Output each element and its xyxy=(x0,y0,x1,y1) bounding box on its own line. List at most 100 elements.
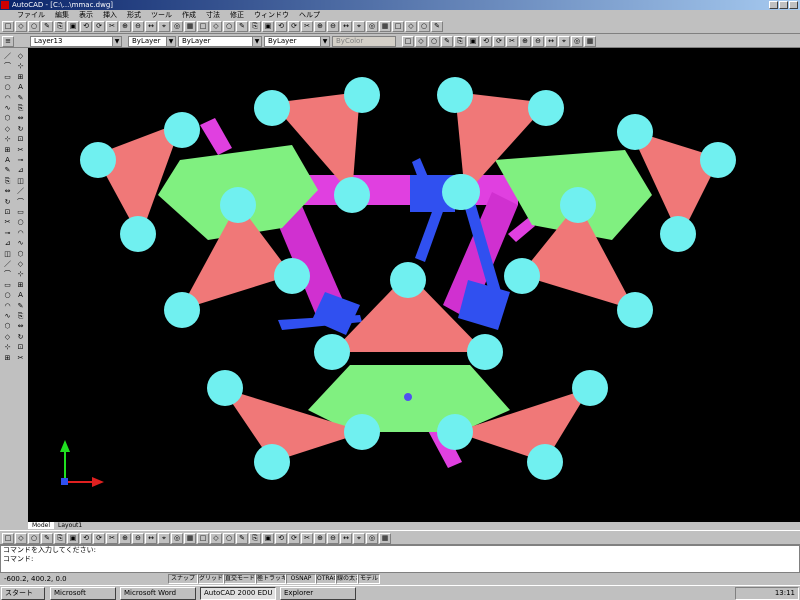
modify-tool-icon[interactable]: ⊡ xyxy=(15,135,26,144)
draw-tool-icon[interactable]: ∿ xyxy=(2,312,13,321)
taskbar-button[interactable]: Microsoft Word xyxy=(120,587,196,600)
view-tool-icon[interactable]: ◎ xyxy=(571,36,583,47)
draw-tool-icon[interactable]: ○ xyxy=(223,533,235,544)
draw-tool-icon[interactable]: ▣ xyxy=(262,533,274,544)
draw-tool-icon[interactable]: ○ xyxy=(2,83,13,92)
draw-tool-icon[interactable]: A xyxy=(2,156,13,165)
draw-tool-icon[interactable]: ◎ xyxy=(366,533,378,544)
status-toggle[interactable]: スナップ xyxy=(168,574,198,584)
modify-tool-icon[interactable]: ✂ xyxy=(15,354,26,363)
view-tool-icon[interactable]: ✂ xyxy=(506,36,518,47)
draw-tool-icon[interactable]: ⊡ xyxy=(2,208,13,217)
status-toggle[interactable]: OTRACK xyxy=(316,574,336,584)
draw-tool-icon[interactable]: □ xyxy=(197,533,209,544)
menu-item[interactable]: 修正 xyxy=(227,10,247,20)
draw-tool-icon[interactable]: ▣ xyxy=(67,533,79,544)
tool-icon[interactable]: ✂ xyxy=(301,21,313,32)
draw-tool-icon[interactable]: ◇ xyxy=(2,333,13,342)
modify-tool-icon[interactable]: ✂ xyxy=(15,146,26,155)
modify-tool-icon[interactable]: ⊿ xyxy=(15,166,26,175)
layer-manager-icon[interactable]: ≡ xyxy=(2,36,14,47)
draw-tool-icon[interactable]: ✎ xyxy=(236,533,248,544)
draw-tool-icon[interactable]: ⌒ xyxy=(2,62,13,71)
tool-icon[interactable]: □ xyxy=(392,21,404,32)
draw-tool-icon[interactable]: ↻ xyxy=(2,198,13,207)
draw-tool-icon[interactable]: ✂ xyxy=(301,533,313,544)
menu-item[interactable]: 編集 xyxy=(52,10,72,20)
draw-tool-icon[interactable]: ◇ xyxy=(15,533,27,544)
menu-item[interactable]: ファイル xyxy=(14,10,48,20)
maximize-button[interactable] xyxy=(779,1,788,9)
tool-icon[interactable]: ⟲ xyxy=(275,21,287,32)
draw-tool-icon[interactable]: ◎ xyxy=(171,533,183,544)
modify-tool-icon[interactable]: A xyxy=(15,83,26,92)
draw-tool-icon[interactable]: ⎘ xyxy=(249,533,261,544)
draw-tool-icon[interactable]: ∿ xyxy=(2,104,13,113)
tool-icon[interactable]: ○ xyxy=(28,21,40,32)
menu-item[interactable]: 形式 xyxy=(124,10,144,20)
tool-icon[interactable]: ⌖ xyxy=(158,21,170,32)
tool-icon[interactable]: ○ xyxy=(223,21,235,32)
tool-icon[interactable]: ⊕ xyxy=(314,21,326,32)
tool-icon[interactable]: ✂ xyxy=(106,21,118,32)
tool-icon[interactable]: ○ xyxy=(418,21,430,32)
view-tool-icon[interactable]: ⌖ xyxy=(558,36,570,47)
menu-item[interactable]: ツール xyxy=(148,10,175,20)
tool-icon[interactable]: □ xyxy=(197,21,209,32)
modify-tool-icon[interactable]: ◇ xyxy=(15,52,26,61)
draw-tool-icon[interactable]: ◫ xyxy=(2,250,13,259)
linetype-dropdown[interactable]: ByLayer ▼ xyxy=(178,36,262,47)
draw-tool-icon[interactable]: ▭ xyxy=(2,281,13,290)
modify-tool-icon[interactable]: ⊞ xyxy=(15,281,26,290)
tool-icon[interactable]: ⟳ xyxy=(288,21,300,32)
view-tool-icon[interactable]: ⟳ xyxy=(493,36,505,47)
modify-tool-icon[interactable]: ⎘ xyxy=(15,104,26,113)
modify-tool-icon[interactable]: ⌒ xyxy=(15,198,26,207)
tool-icon[interactable]: ⎘ xyxy=(54,21,66,32)
minimize-button[interactable] xyxy=(769,1,778,9)
modify-tool-icon[interactable]: ⊹ xyxy=(15,62,26,71)
menu-item[interactable]: ヘルプ xyxy=(296,10,323,20)
menu-item[interactable]: 挿入 xyxy=(100,10,120,20)
status-toggle[interactable]: モデル xyxy=(358,574,380,584)
draw-tool-icon[interactable]: ⇔ xyxy=(2,187,13,196)
view-tool-icon[interactable]: ○ xyxy=(428,36,440,47)
tool-icon[interactable]: ◎ xyxy=(366,21,378,32)
tool-icon[interactable]: ▦ xyxy=(379,21,391,32)
draw-tool-icon[interactable]: ⎘ xyxy=(2,177,13,186)
draw-tool-icon[interactable]: ◠ xyxy=(2,302,13,311)
status-toggle[interactable]: グリッド xyxy=(198,574,224,584)
tool-icon[interactable]: ↔ xyxy=(340,21,352,32)
view-tool-icon[interactable]: ⟲ xyxy=(480,36,492,47)
menu-item[interactable]: 表示 xyxy=(76,10,96,20)
draw-tool-icon[interactable]: ◇ xyxy=(2,125,13,134)
tab-model[interactable]: Model xyxy=(28,522,55,529)
taskbar-button[interactable]: Explorer xyxy=(280,587,356,600)
draw-tool-icon[interactable]: ○ xyxy=(2,291,13,300)
draw-tool-icon[interactable]: ⊕ xyxy=(314,533,326,544)
view-tool-icon[interactable]: ✎ xyxy=(441,36,453,47)
draw-tool-icon[interactable]: ⎘ xyxy=(54,533,66,544)
modify-tool-icon[interactable]: ⇔ xyxy=(15,322,26,331)
menu-item[interactable]: 作成 xyxy=(179,10,199,20)
command-window[interactable]: コマンドを入力してください: コマンド: xyxy=(0,545,800,573)
view-tool-icon[interactable]: ↔ xyxy=(545,36,557,47)
view-tool-icon[interactable]: ▣ xyxy=(467,36,479,47)
draw-tool-icon[interactable]: □ xyxy=(2,533,14,544)
draw-tool-icon[interactable]: ⟲ xyxy=(80,533,92,544)
draw-tool-icon[interactable]: ↔ xyxy=(145,533,157,544)
status-toggle[interactable]: 直交モード xyxy=(224,574,256,584)
tool-icon[interactable]: ⎘ xyxy=(249,21,261,32)
color-dropdown[interactable]: ByLayer ▼ xyxy=(128,36,176,47)
tool-icon[interactable]: ◇ xyxy=(15,21,27,32)
draw-tool-icon[interactable]: ▦ xyxy=(379,533,391,544)
tool-icon[interactable]: □ xyxy=(2,21,14,32)
draw-tool-icon[interactable]: ／ xyxy=(2,52,13,61)
view-tool-icon[interactable]: ⎘ xyxy=(454,36,466,47)
modify-tool-icon[interactable]: ↻ xyxy=(15,333,26,342)
tool-icon[interactable]: ▣ xyxy=(262,21,274,32)
taskbar-button[interactable]: Microsoft xyxy=(50,587,116,600)
draw-tool-icon[interactable]: ↔ xyxy=(340,533,352,544)
modify-tool-icon[interactable]: ∿ xyxy=(15,239,26,248)
view-tool-icon[interactable]: ⊖ xyxy=(532,36,544,47)
